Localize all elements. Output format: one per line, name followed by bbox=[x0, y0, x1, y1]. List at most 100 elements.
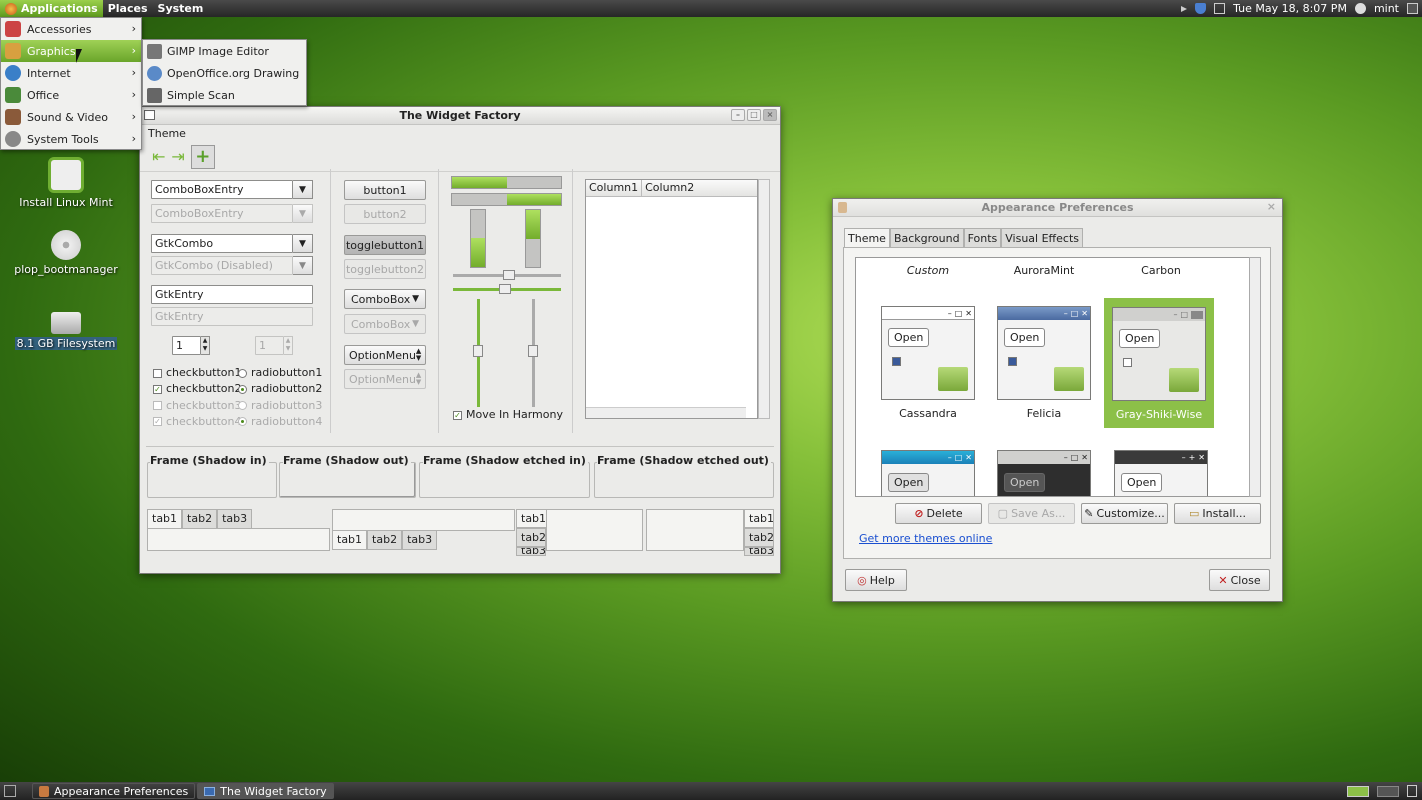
slider-handle-icon[interactable] bbox=[503, 270, 515, 280]
show-desktop-icon[interactable] bbox=[4, 785, 16, 797]
menu-item-graphics[interactable]: Graphics › bbox=[1, 40, 141, 62]
clock[interactable]: Tue May 18, 8:07 PM bbox=[1233, 2, 1347, 15]
add-icon[interactable]: + bbox=[190, 144, 215, 169]
chevron-down-icon[interactable]: ▼ bbox=[293, 234, 313, 253]
scale-v1[interactable] bbox=[473, 299, 483, 407]
theme-row3-b[interactable]: – □ ✕ Open bbox=[989, 450, 1099, 496]
chevron-down-icon[interactable]: ▼ bbox=[293, 180, 313, 199]
widget-factory-titlebar[interactable]: The Widget Factory – □ × bbox=[140, 107, 780, 125]
tab-3[interactable]: tab3 bbox=[217, 509, 253, 528]
spin-arrows-icon[interactable]: ▲ ▼ bbox=[201, 336, 210, 355]
theme-felicia[interactable]: – □ ✕ Open Felicia bbox=[989, 306, 1099, 420]
theme-label-auroramint[interactable]: AuroraMint bbox=[989, 264, 1099, 277]
slider-handle-icon[interactable] bbox=[473, 345, 483, 357]
checkbutton1[interactable]: checkbutton1 bbox=[153, 365, 242, 381]
desktop-icon-plop[interactable]: plop_bootmanager bbox=[11, 230, 121, 276]
tab-background[interactable]: Background bbox=[889, 228, 964, 248]
theme-list[interactable]: Custom AuroraMint Carbon – □ ✕ Open Cassan… bbox=[855, 257, 1261, 497]
tab-1[interactable]: tab1 bbox=[744, 509, 774, 528]
tree-view[interactable]: Column1 Column2 bbox=[585, 179, 758, 419]
vertical-scrollbar[interactable] bbox=[758, 179, 770, 419]
delete-button[interactable]: ⊘ Delete bbox=[895, 503, 982, 524]
close-icon[interactable]: × bbox=[763, 109, 777, 121]
applications-menu[interactable]: Applications bbox=[0, 0, 103, 17]
menu-item-gimp[interactable]: GIMP Image Editor bbox=[143, 40, 306, 62]
move-in-harmony-check[interactable]: ✓ Move In Harmony bbox=[453, 408, 563, 421]
trash-icon[interactable] bbox=[1407, 785, 1417, 797]
shutdown-icon[interactable] bbox=[1407, 3, 1418, 14]
places-menu[interactable]: Places bbox=[103, 0, 153, 17]
theme-label-carbon[interactable]: Carbon bbox=[1106, 264, 1216, 277]
goto-first-icon[interactable]: ⇤ bbox=[152, 147, 165, 166]
theme-list-scrollbar[interactable] bbox=[1249, 257, 1261, 497]
workspace-1[interactable] bbox=[1347, 785, 1369, 797]
task-appearance[interactable]: Appearance Preferences bbox=[32, 783, 196, 799]
radiobutton2[interactable]: radiobutton2 bbox=[238, 381, 322, 397]
radiobutton1[interactable]: radiobutton1 bbox=[238, 365, 322, 381]
tab-1[interactable]: tab1 bbox=[147, 509, 183, 528]
appearance-titlebar[interactable]: Appearance Preferences × bbox=[833, 199, 1282, 217]
customize-button[interactable]: ✎ Customize... bbox=[1081, 503, 1168, 524]
tab-2[interactable]: tab2 bbox=[516, 528, 546, 547]
gtkentry[interactable]: GtkEntry bbox=[151, 285, 313, 304]
tab-1[interactable]: tab1 bbox=[332, 531, 368, 550]
checkbutton2[interactable]: ✓ checkbutton2 bbox=[153, 381, 242, 397]
theme-cassandra[interactable]: – □ ✕ Open Cassandra bbox=[873, 306, 983, 420]
tab-2[interactable]: tab2 bbox=[744, 528, 774, 547]
scale-v2[interactable] bbox=[528, 299, 538, 407]
tab-1[interactable]: tab1 bbox=[516, 509, 546, 528]
volume-icon[interactable] bbox=[1181, 5, 1188, 12]
menu-item-internet[interactable]: Internet › bbox=[1, 62, 141, 84]
togglebutton1[interactable]: togglebutton1 bbox=[344, 235, 426, 255]
tab-3[interactable]: tab3 bbox=[402, 531, 438, 550]
desktop-icon-install[interactable]: Install Linux Mint bbox=[11, 157, 121, 209]
goto-last-icon[interactable]: ⇥ bbox=[171, 147, 184, 166]
menu-item-system-tools[interactable]: System Tools › bbox=[1, 128, 141, 150]
horizontal-scrollbar[interactable] bbox=[586, 407, 746, 418]
network-icon[interactable] bbox=[1214, 3, 1226, 14]
theme-label-custom[interactable]: Custom bbox=[873, 264, 983, 277]
theme-row3-c[interactable]: – + ✕ Open bbox=[1106, 450, 1216, 496]
menu-item-oo-drawing[interactable]: OpenOffice.org Drawing bbox=[143, 62, 306, 84]
tab-2[interactable]: tab2 bbox=[182, 509, 218, 528]
tab-3[interactable]: tab3 bbox=[744, 547, 774, 556]
install-button[interactable]: ▭ Install... bbox=[1174, 503, 1261, 524]
maximize-icon[interactable]: □ bbox=[747, 109, 761, 121]
theme-row3-a[interactable]: – □ ✕ Open bbox=[873, 450, 983, 496]
combobox[interactable]: ComboBox ▼ bbox=[344, 289, 426, 309]
get-more-themes-link[interactable]: Get more themes online bbox=[859, 532, 992, 545]
slider-handle-icon[interactable] bbox=[499, 284, 511, 294]
workspace-2[interactable] bbox=[1377, 785, 1399, 797]
desktop-icon-filesystem[interactable]: 8.1 GB Filesystem bbox=[11, 308, 121, 350]
update-shield-icon[interactable] bbox=[1195, 3, 1207, 14]
button1[interactable]: button1 bbox=[344, 180, 426, 200]
tab-2[interactable]: tab2 bbox=[367, 531, 403, 550]
tab-visual-effects[interactable]: Visual Effects bbox=[1001, 228, 1083, 248]
help-button[interactable]: ◎ Help bbox=[845, 569, 907, 591]
menu-item-accessories[interactable]: Accessories › bbox=[1, 18, 141, 40]
close-button[interactable]: ✕ Close bbox=[1209, 569, 1270, 591]
user-name[interactable]: mint bbox=[1374, 2, 1399, 15]
menu-item-office[interactable]: Office › bbox=[1, 84, 141, 106]
tab-3[interactable]: tab3 bbox=[516, 547, 546, 556]
system-menu[interactable]: System bbox=[153, 0, 209, 17]
spinbutton[interactable]: 1 ▲ ▼ bbox=[172, 336, 210, 355]
minimize-icon[interactable]: – bbox=[731, 109, 745, 121]
scale-h2[interactable] bbox=[453, 284, 561, 294]
theme-gray-shiki-wise-selected[interactable]: – □ Open Gray-Shiki-Wise bbox=[1104, 298, 1214, 428]
comboboxentry[interactable]: ComboBoxEntry ▼ bbox=[151, 180, 313, 199]
scale-h1[interactable] bbox=[453, 270, 561, 280]
slider-handle-icon[interactable] bbox=[528, 345, 538, 357]
task-widget-factory[interactable]: The Widget Factory bbox=[197, 783, 334, 799]
tab-fonts[interactable]: Fonts bbox=[963, 228, 1002, 248]
theme-menu[interactable]: Theme bbox=[148, 127, 186, 140]
column2-header[interactable]: Column2 bbox=[642, 180, 697, 196]
tab-theme[interactable]: Theme bbox=[844, 228, 890, 248]
menu-item-sound-video[interactable]: Sound & Video › bbox=[1, 106, 141, 128]
close-icon[interactable]: × bbox=[1267, 200, 1276, 213]
window-menu-icon[interactable] bbox=[144, 110, 155, 120]
column1-header[interactable]: Column1 bbox=[586, 180, 643, 196]
menu-item-simple-scan[interactable]: Simple Scan bbox=[143, 84, 306, 106]
optionmenu[interactable]: OptionMenu ▲ ▼ bbox=[344, 345, 426, 365]
gtkcombo[interactable]: GtkCombo ▼ bbox=[151, 234, 313, 253]
